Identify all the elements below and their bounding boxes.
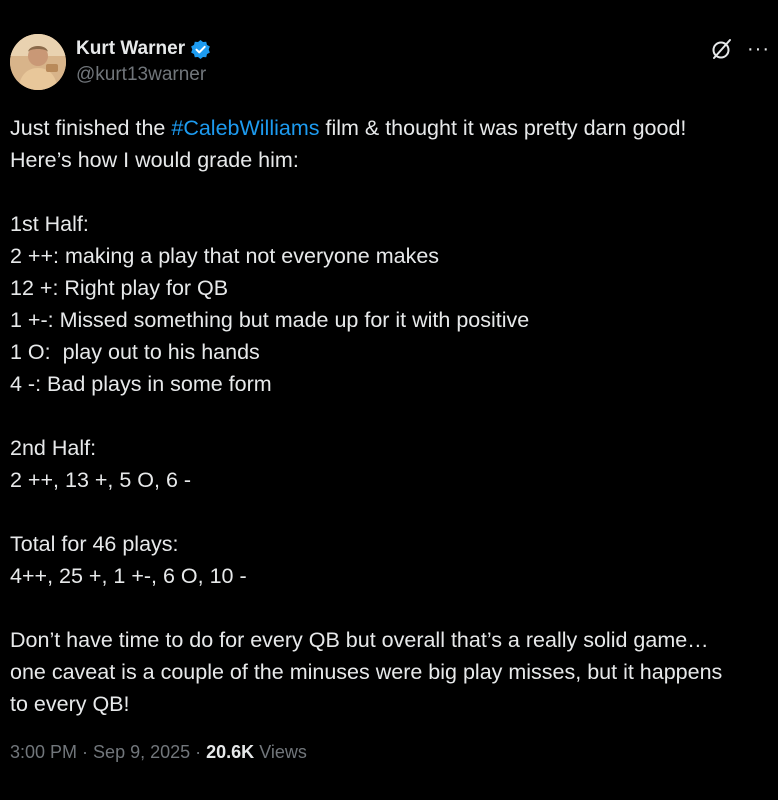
avatar[interactable]	[10, 34, 66, 90]
second-half-line: 2 ++, 13 +, 5 O, 6 -	[10, 468, 192, 492]
verified-badge-icon	[190, 39, 211, 60]
hashtag-link[interactable]: #CalebWilliams	[171, 116, 319, 140]
closing-line: one caveat is a couple of the minuses we…	[10, 660, 723, 684]
total-heading: Total for 46 plays:	[10, 532, 179, 556]
tweet-text: Just finished the #CalebWilliams film & …	[10, 112, 770, 720]
intro-line-1: Just finished the #CalebWilliams film & …	[10, 116, 687, 140]
grok-icon[interactable]	[711, 38, 733, 60]
first-half-line: 2 ++: making a play that not everyone ma…	[10, 244, 440, 268]
handle[interactable]: @kurt13warner	[76, 64, 211, 86]
tweet-header: Kurt Warner @kurt13warner ···	[10, 34, 770, 90]
tweet-time[interactable]: 3:00 PM	[10, 742, 77, 762]
views-label: Views	[254, 742, 307, 762]
second-half-heading: 2nd Half:	[10, 436, 97, 460]
avatar-image	[10, 34, 66, 90]
closing-line: Don’t have time to do for every QB but o…	[10, 628, 709, 652]
closing-line: to every QB!	[10, 692, 130, 716]
intro-line-2: Here’s how I would grade him:	[10, 148, 299, 172]
first-half-line: 1 +-: Missed something but made up for i…	[10, 308, 530, 332]
total-line: 4++, 25 +, 1 +-, 6 O, 10 -	[10, 564, 247, 588]
first-half-heading: 1st Half:	[10, 212, 89, 236]
author-names: Kurt Warner @kurt13warner	[76, 36, 211, 86]
tweet-date[interactable]: Sep 9, 2025	[93, 742, 190, 762]
tweet-meta: 3:00 PM · Sep 9, 2025 · 20.6K Views	[10, 742, 307, 762]
header-actions: ···	[711, 38, 770, 60]
display-name[interactable]: Kurt Warner	[76, 38, 185, 60]
first-half-line: 1 O: play out to his hands	[10, 340, 260, 364]
views-count: 20.6K	[206, 742, 255, 762]
first-half-line: 12 +: Right play for QB	[10, 276, 229, 300]
tweet: Kurt Warner @kurt13warner ··· Just finis…	[0, 0, 778, 800]
more-icon[interactable]: ···	[747, 39, 770, 59]
first-half-line: 4 -: Bad plays in some form	[10, 372, 272, 396]
